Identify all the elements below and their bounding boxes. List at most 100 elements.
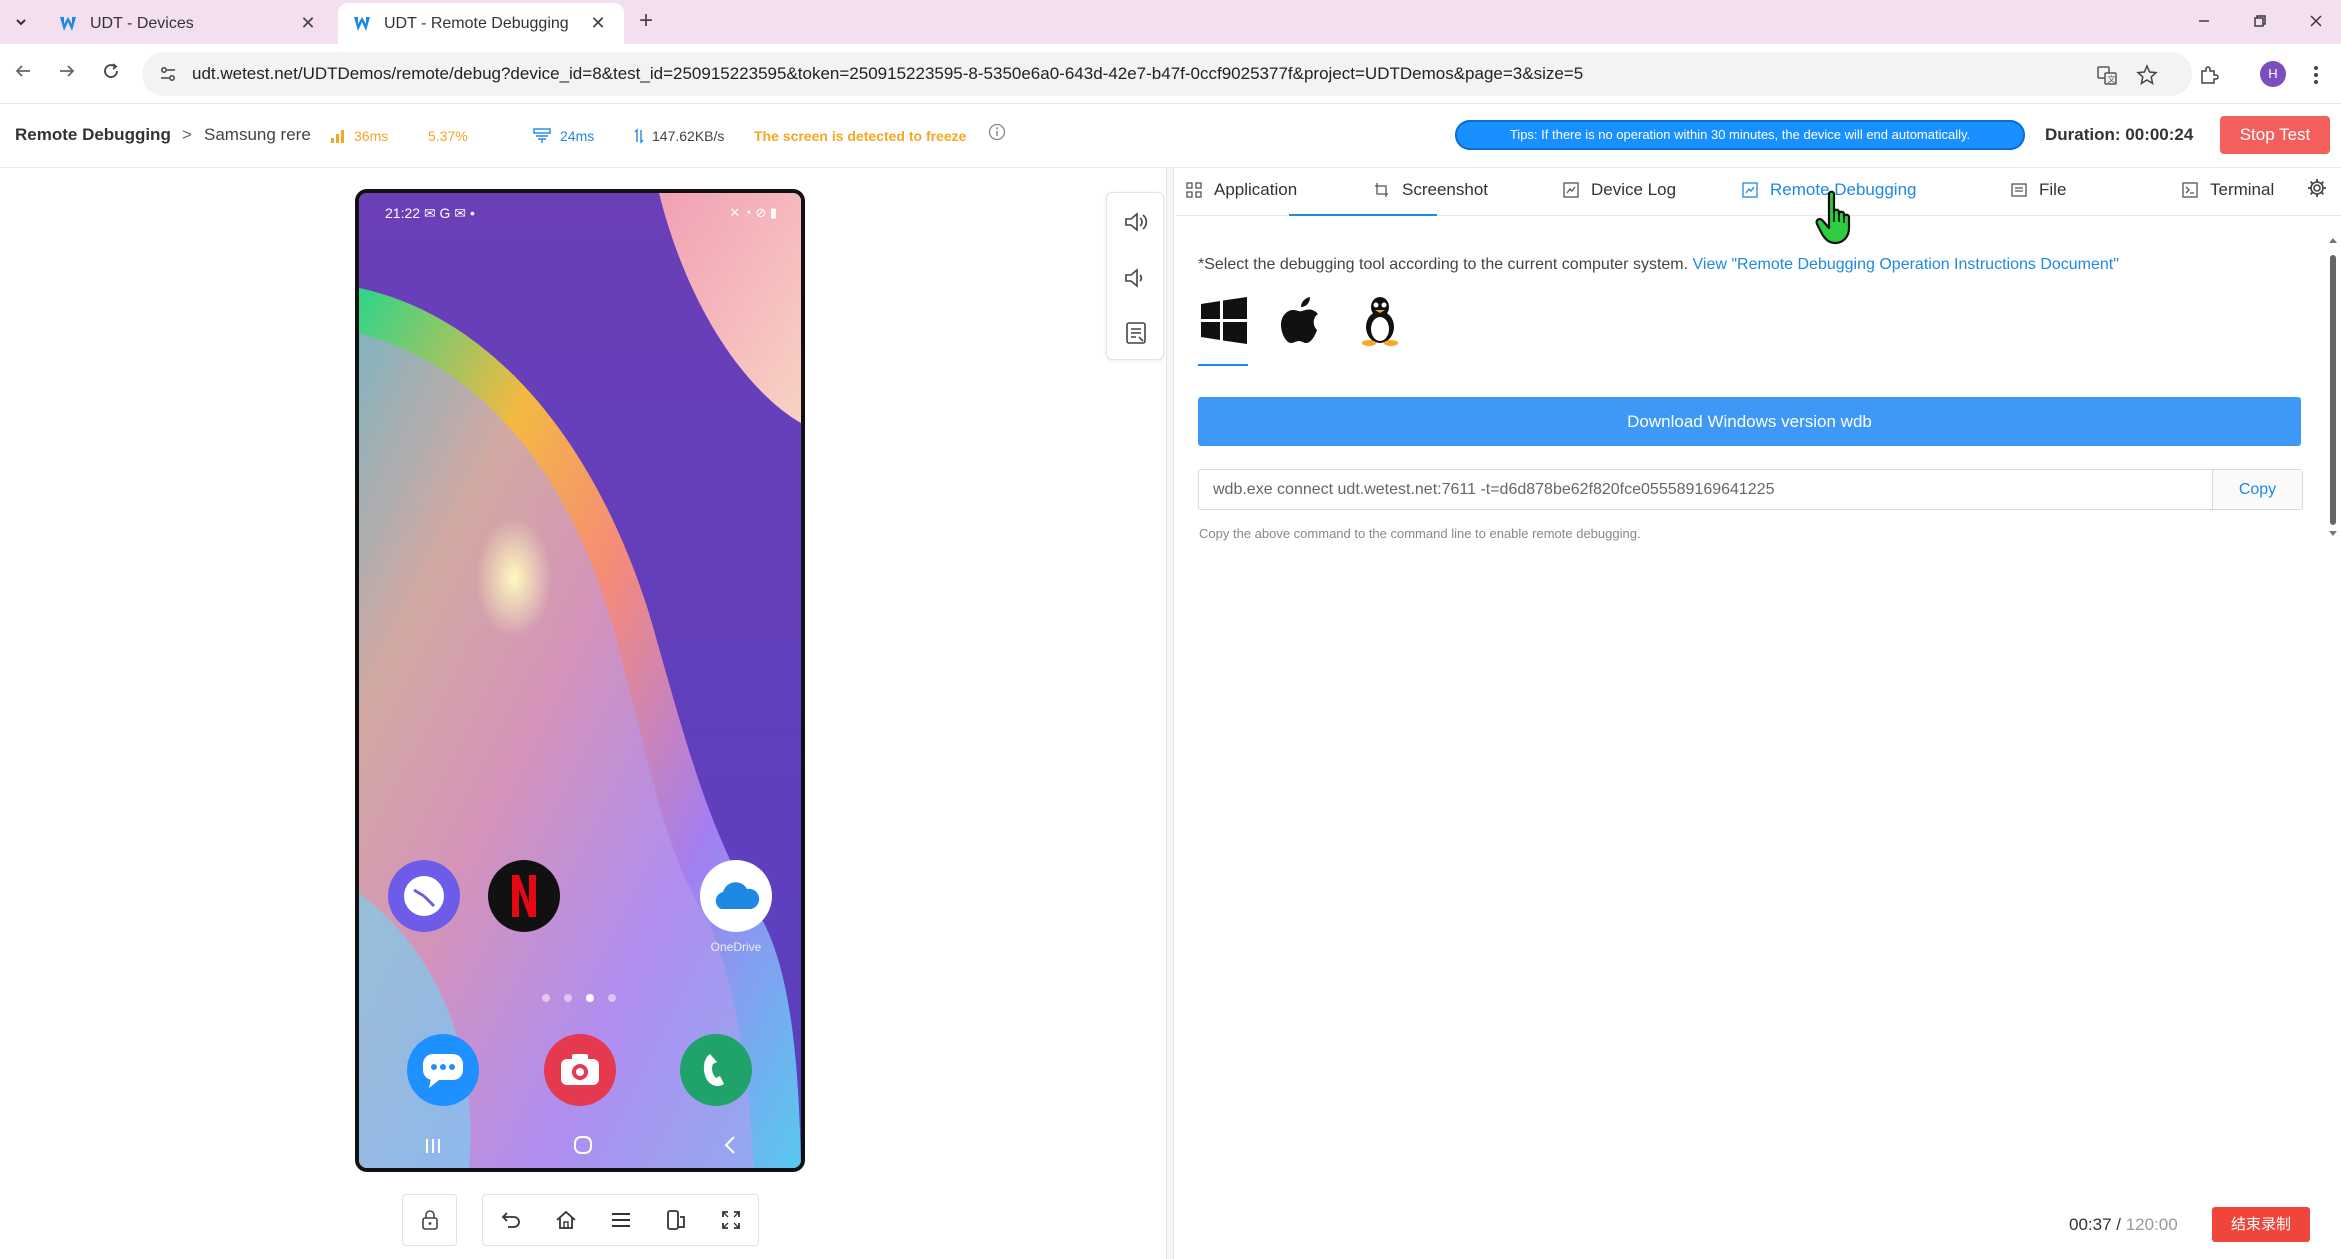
tab-file[interactable]: File bbox=[2011, 180, 2066, 200]
network-latency-metric: 24ms bbox=[532, 128, 594, 144]
bandwidth-value: 147.62KB/s bbox=[652, 128, 725, 144]
settings-gear-icon[interactable] bbox=[2307, 178, 2327, 203]
volume-down-icon[interactable] bbox=[1121, 263, 1151, 293]
tab-terminal[interactable]: Terminal bbox=[2182, 180, 2274, 200]
tab-title: UDT - Remote Debugging bbox=[384, 14, 569, 32]
profile-avatar[interactable]: H bbox=[2260, 61, 2286, 87]
menu-icon bbox=[611, 1213, 630, 1227]
back-icon[interactable] bbox=[8, 59, 38, 89]
windows-icon[interactable] bbox=[1198, 295, 1250, 347]
panel-resize-handle[interactable] bbox=[1166, 168, 1174, 1259]
tab-close-icon[interactable]: ✕ bbox=[296, 13, 320, 34]
tab-search-icon[interactable] bbox=[8, 9, 34, 35]
bookmark-star-icon[interactable] bbox=[2134, 62, 2160, 88]
active-tab-indicator bbox=[1289, 214, 1437, 216]
breadcrumb-root[interactable]: Remote Debugging bbox=[15, 125, 171, 145]
wallpaper bbox=[359, 193, 801, 1168]
app-header: Remote Debugging > Samsung rere 36ms 5.3… bbox=[0, 104, 2341, 168]
undo-icon bbox=[501, 1212, 520, 1228]
camera-app-icon[interactable] bbox=[544, 1034, 616, 1106]
latency-metric: 36ms bbox=[330, 128, 388, 144]
browser-menu-icon[interactable] bbox=[2303, 62, 2329, 88]
scrollbar[interactable] bbox=[2327, 235, 2339, 540]
duration-label: Duration: bbox=[2045, 125, 2121, 144]
extensions-icon[interactable] bbox=[2196, 62, 2222, 88]
scroll-down-icon[interactable] bbox=[2327, 529, 2339, 539]
scroll-up-icon[interactable] bbox=[2327, 235, 2339, 245]
clipboard-icon[interactable] bbox=[1121, 318, 1151, 348]
terminal-icon bbox=[2182, 182, 2198, 198]
scroll-thumb[interactable] bbox=[2330, 255, 2336, 525]
reload-icon[interactable] bbox=[96, 59, 126, 89]
stop-test-button[interactable]: Stop Test bbox=[2220, 116, 2330, 154]
status-time: 21:22 ✉ G ✉ • bbox=[385, 205, 475, 221]
onedrive-app-label: OneDrive bbox=[710, 940, 762, 954]
android-home-icon[interactable] bbox=[572, 1134, 594, 1162]
tab-device-log[interactable]: Device Log bbox=[1563, 180, 1676, 200]
copy-button[interactable]: Copy bbox=[2212, 470, 2302, 509]
duration-value: 00:00:24 bbox=[2125, 125, 2194, 144]
linux-icon[interactable] bbox=[1354, 295, 1406, 347]
volume-up-icon[interactable] bbox=[1121, 207, 1151, 237]
hand-cursor-icon bbox=[1815, 190, 1851, 245]
messages-app-icon[interactable] bbox=[407, 1034, 479, 1106]
latency-value: 36ms bbox=[354, 128, 389, 144]
onedrive-app-icon[interactable] bbox=[700, 860, 772, 932]
close-window-icon[interactable] bbox=[2296, 8, 2336, 36]
cpu-value: 5.37% bbox=[428, 128, 468, 144]
apple-icon[interactable] bbox=[1276, 295, 1328, 347]
grid-icon bbox=[1186, 182, 1202, 198]
site-settings-icon[interactable] bbox=[156, 62, 180, 86]
tool-tabs: Application Screenshot Device Log Remote… bbox=[1176, 168, 2341, 216]
command-field[interactable]: wdb.exe connect udt.wetest.net:7611 -t=d… bbox=[1198, 469, 2303, 510]
stop-recording-button[interactable]: 结束录制 bbox=[2212, 1207, 2310, 1242]
instructions-doc-link[interactable]: View "Remote Debugging Operation Instruc… bbox=[1693, 256, 2119, 273]
network-icon bbox=[532, 128, 552, 144]
android-navbar bbox=[359, 1128, 801, 1168]
rotate-icon bbox=[666, 1210, 685, 1230]
restore-icon[interactable] bbox=[2240, 8, 2280, 36]
svg-text:文: 文 bbox=[2108, 74, 2116, 84]
android-back-icon[interactable] bbox=[723, 1135, 737, 1161]
browser-tab-remote-debugging[interactable]: UDT - Remote Debugging ✕ bbox=[338, 3, 624, 44]
new-tab-button[interactable]: + bbox=[632, 8, 660, 36]
browser-tabstrip: UDT - Devices ✕ UDT - Remote Debugging ✕… bbox=[0, 0, 2341, 44]
screenshot-icon bbox=[1374, 182, 1390, 198]
command-hint: Copy the above command to the command li… bbox=[1199, 526, 1641, 541]
tab-screenshot[interactable]: Screenshot bbox=[1374, 180, 1488, 200]
lock-icon bbox=[421, 1210, 438, 1230]
browser-tab-devices[interactable]: UDT - Devices ✕ bbox=[44, 3, 334, 44]
address-bar[interactable]: udt.wetest.net/UDTDemos/remote/debug?dev… bbox=[142, 52, 2192, 96]
info-icon[interactable] bbox=[988, 123, 1006, 146]
tab-application[interactable]: Application bbox=[1186, 180, 1297, 200]
menu-button[interactable] bbox=[605, 1204, 637, 1236]
lock-button[interactable] bbox=[402, 1194, 457, 1246]
device-screen[interactable]: 21:22 ✉ G ✉ • ✕ ◔ ⊘ ▮ OneDrive bbox=[355, 189, 805, 1172]
network-latency-value: 24ms bbox=[560, 128, 595, 144]
minimize-icon[interactable] bbox=[2184, 8, 2224, 36]
tab-title: UDT - Devices bbox=[90, 14, 194, 32]
updown-arrows-icon bbox=[634, 128, 644, 144]
page-indicator bbox=[542, 994, 616, 1002]
bandwidth-metric: 147.62KB/s bbox=[634, 128, 724, 144]
clock-app-icon[interactable] bbox=[388, 860, 460, 932]
tab-close-icon[interactable]: ✕ bbox=[586, 13, 610, 34]
translate-icon[interactable]: 文 bbox=[2094, 62, 2120, 88]
netflix-app-icon[interactable] bbox=[488, 860, 560, 932]
home-button[interactable] bbox=[550, 1204, 582, 1236]
rotate-button[interactable] bbox=[660, 1204, 692, 1236]
forward-icon[interactable] bbox=[52, 59, 82, 89]
download-wdb-button[interactable]: Download Windows version wdb bbox=[1198, 397, 2301, 446]
file-icon bbox=[2011, 182, 2027, 198]
page-dot bbox=[564, 994, 572, 1002]
selected-os-indicator bbox=[1198, 364, 1248, 366]
instruction-text: *Select the debugging tool according to … bbox=[1198, 256, 2119, 273]
recents-icon[interactable] bbox=[423, 1135, 443, 1161]
tips-banner: Tips: If there is no operation within 30… bbox=[1455, 120, 2025, 150]
back-button[interactable] bbox=[495, 1204, 527, 1236]
status-icons: ✕ ◔ ⊘ ▮ bbox=[729, 205, 777, 220]
signal-bars-icon bbox=[330, 128, 346, 144]
phone-app-icon[interactable] bbox=[680, 1034, 752, 1106]
breadcrumb-separator: > bbox=[182, 125, 192, 144]
fullscreen-button[interactable] bbox=[715, 1204, 747, 1236]
